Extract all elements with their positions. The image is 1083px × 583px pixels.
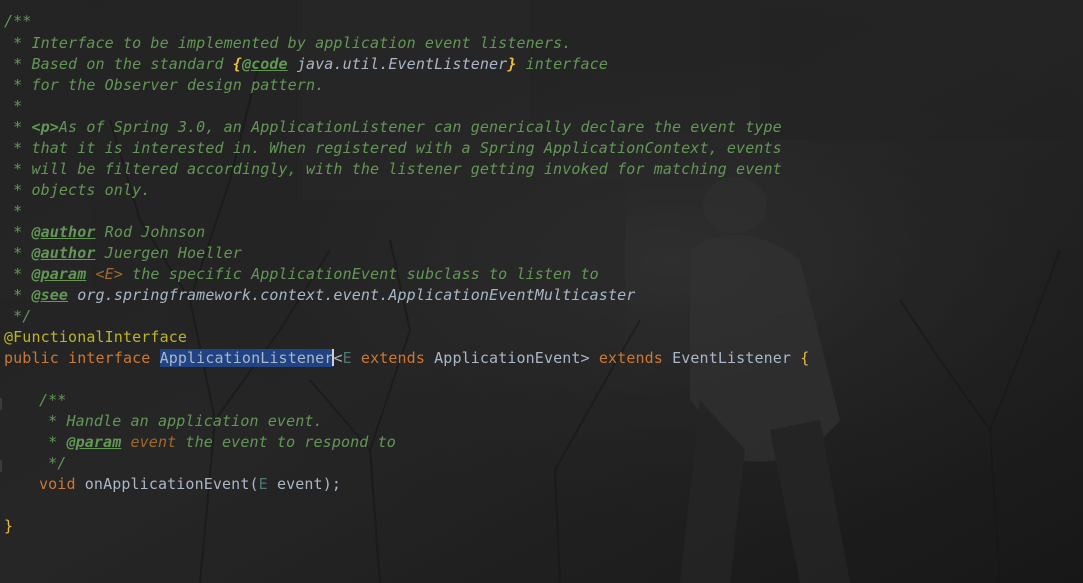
fold-marker[interactable] [0, 398, 2, 410]
keyword-interface: interface [68, 349, 151, 367]
method-javadoc-open: /** [39, 391, 67, 409]
javadoc-line: * will be filtered accordingly, with the… [4, 160, 782, 178]
javadoc-line: * objects only. [4, 181, 151, 199]
method-javadoc-line: * Handle an application event. [39, 412, 323, 430]
javadoc-author: * @author Juergen Hoeller [4, 244, 242, 262]
javadoc-author: * @author Rod Johnson [4, 223, 206, 241]
annotation-functional-interface[interactable]: @FunctionalInterface [4, 327, 187, 348]
javadoc-line: * [4, 97, 23, 115]
javadoc-close: */ [4, 307, 32, 325]
javadoc-line: * [4, 202, 23, 220]
method-javadoc-param: * @param event the event to respond to [39, 433, 396, 451]
selected-identifier[interactable]: ApplicationListener [159, 349, 334, 367]
javadoc-line: * Interface to be implemented by applica… [4, 34, 572, 52]
parent-type-link[interactable]: EventListener [672, 349, 791, 367]
code-editor[interactable]: /** * Interface to be implemented by app… [0, 0, 1083, 583]
interface-declaration[interactable]: public interface ApplicationListener<E e… [4, 348, 809, 369]
javadoc-line: * that it is interested in. When registe… [4, 139, 782, 157]
javadoc-line: * Based on the standard {@code java.util… [4, 55, 608, 73]
method-declaration[interactable]: void onApplicationEvent(E event); [39, 474, 341, 495]
javadoc-open: /** [4, 12, 32, 30]
method-javadoc-close: */ [39, 454, 67, 472]
javadoc-param: * @param <E> the specific ApplicationEve… [4, 265, 599, 283]
javadoc-see: * @see org.springframework.context.event… [4, 286, 636, 304]
keyword-public: public [4, 349, 59, 367]
javadoc-line: * <p>As of Spring 3.0, an ApplicationLis… [4, 118, 782, 136]
javadoc-line: * for the Observer design pattern. [4, 76, 325, 94]
fold-marker[interactable] [0, 460, 2, 472]
interface-close-brace: } [4, 517, 14, 535]
